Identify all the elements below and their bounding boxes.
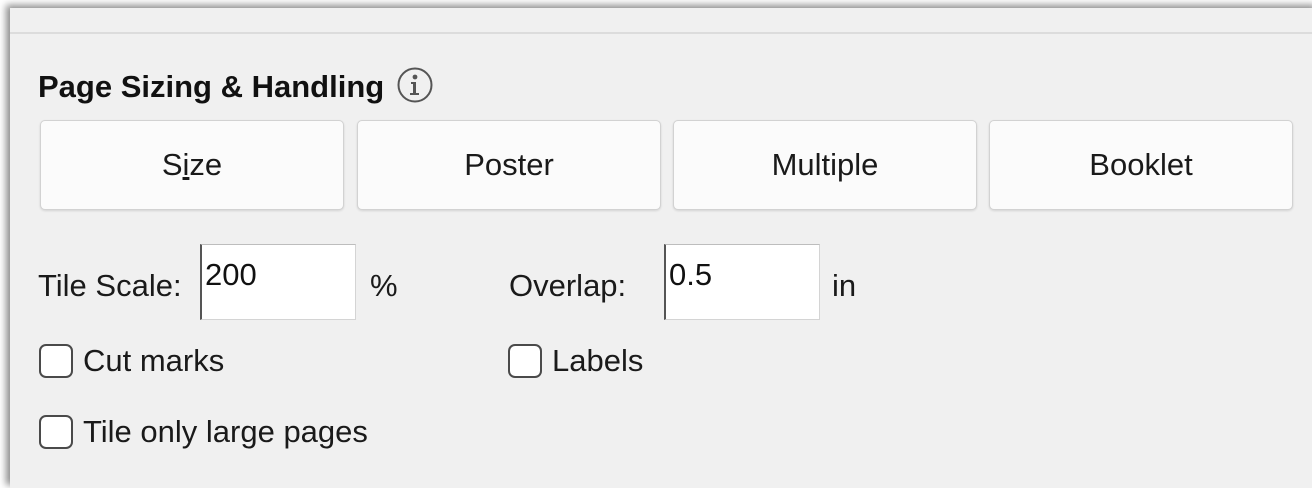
section-title: Page Sizing & Handling <box>38 69 385 104</box>
overlap-label: Overlap: <box>509 268 627 303</box>
tile-scale-input[interactable]: 200 <box>200 244 356 320</box>
info-icon[interactable] <box>396 66 434 104</box>
tab-size-label: Size <box>161 147 223 182</box>
labels-option[interactable]: Labels <box>508 343 643 379</box>
section-heading: Page Sizing & Handling <box>38 66 434 106</box>
tab-multiple[interactable]: Multiple <box>673 120 977 210</box>
cut-marks-option[interactable]: Cut marks <box>39 343 224 379</box>
overlap-unit: in <box>832 268 857 303</box>
labels-label: Labels <box>552 343 644 378</box>
tab-booklet-label: Booklet <box>1089 147 1193 182</box>
tab-size[interactable]: Size <box>40 120 344 210</box>
tile-scale-label: Tile Scale: <box>38 268 182 303</box>
tab-poster[interactable]: Poster <box>357 120 661 210</box>
cut-marks-label: Cut marks <box>83 343 225 378</box>
overlap-input[interactable]: 0.5 <box>664 244 820 320</box>
labels-checkbox[interactable] <box>508 344 542 378</box>
cut-marks-checkbox[interactable] <box>39 344 73 378</box>
tile-only-large-pages-checkbox[interactable] <box>39 415 73 449</box>
tab-poster-label: Poster <box>464 147 554 182</box>
panel-divider <box>10 32 1312 34</box>
tile-only-large-pages-label: Tile only large pages <box>83 414 368 449</box>
tab-multiple-label: Multiple <box>771 147 879 182</box>
tab-booklet[interactable]: Booklet <box>989 120 1293 210</box>
tile-only-large-pages-option[interactable]: Tile only large pages <box>39 414 368 450</box>
poster-settings-panel: Page Sizing & Handling Size Poster Multi… <box>10 8 1312 488</box>
tile-scale-unit: % <box>370 268 398 303</box>
